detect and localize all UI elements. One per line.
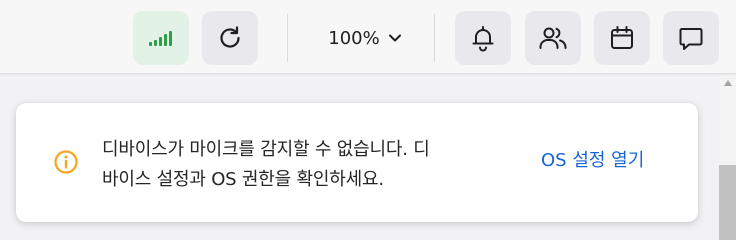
chevron-down-icon [388,34,401,42]
microphone-warning-banner: 디바이스가 마이크를 감지할 수 없습니다. 디바이스 설정과 OS 권한을 확… [16,103,698,222]
signal-strength-icon [149,31,172,46]
scrollbar-thumb[interactable] [719,165,736,240]
chat-bubble-icon [679,28,703,50]
scroll-up-arrow-icon[interactable] [724,80,732,86]
open-os-settings-link[interactable]: OS 설정 열기 [541,147,644,175]
calendar-icon [611,26,633,49]
zoom-value: 100% [328,27,380,49]
zoom-dropdown[interactable]: 100% [312,20,418,56]
refresh-icon [220,26,240,48]
signal-strength-button[interactable] [133,11,189,65]
chat-button[interactable] [663,11,719,65]
top-toolbar: 100% [0,0,736,74]
toolbar-divider [434,14,435,62]
people-icon [539,27,567,49]
bell-icon [472,26,494,52]
calendar-button[interactable] [594,11,650,65]
banner-message: 디바이스가 마이크를 감지할 수 없습니다. 디바이스 설정과 OS 권한을 확… [102,139,430,190]
refresh-button[interactable] [202,11,258,65]
info-warning-icon [53,149,79,175]
toolbar-divider [287,14,288,62]
notifications-button[interactable] [455,11,511,65]
participants-button[interactable] [525,11,581,65]
